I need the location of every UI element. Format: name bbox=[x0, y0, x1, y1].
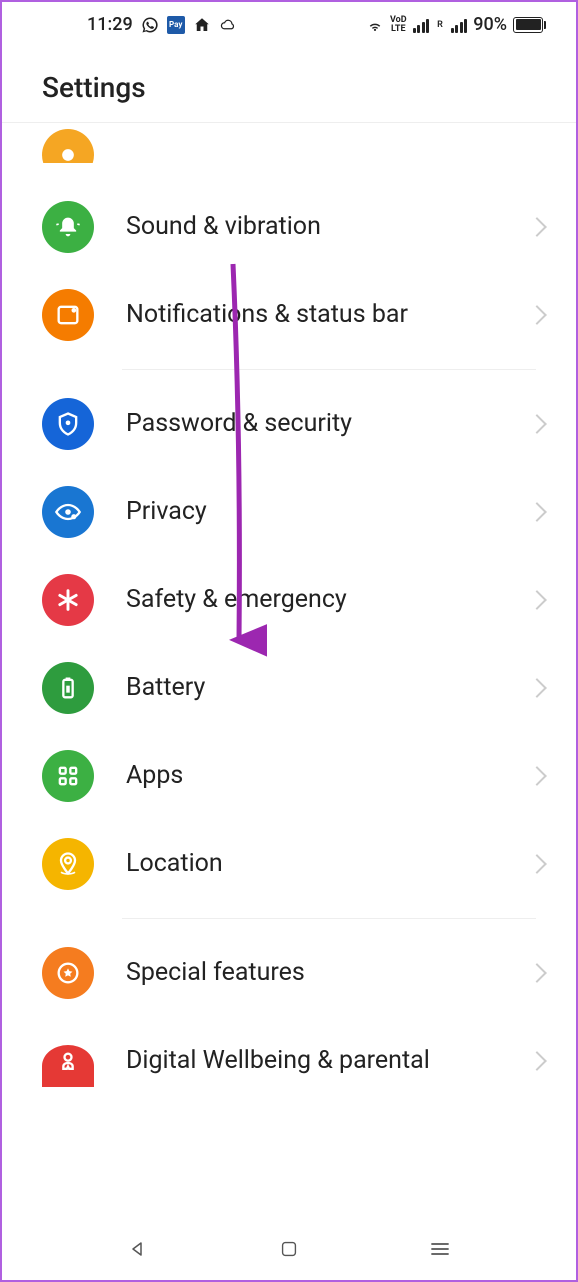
item-label: Special features bbox=[126, 957, 530, 990]
settings-item-apps[interactable]: Apps bbox=[2, 732, 576, 820]
chevron-right-icon bbox=[527, 1051, 547, 1071]
item-label: Sound & vibration bbox=[126, 211, 530, 244]
whatsapp-icon bbox=[141, 16, 159, 34]
item-label: Apps bbox=[126, 760, 530, 793]
battery-percent: 90% bbox=[473, 14, 507, 35]
nav-back-button[interactable] bbox=[125, 1236, 151, 1262]
group-divider bbox=[122, 369, 536, 370]
settings-item-wellbeing[interactable]: Digital Wellbeing & parental bbox=[2, 1017, 576, 1105]
privacy-eye-icon bbox=[42, 486, 94, 538]
asterisk-icon bbox=[42, 574, 94, 626]
settings-item-location[interactable]: Location bbox=[2, 820, 576, 908]
signal-bars-1 bbox=[413, 17, 430, 33]
paytm-icon: Pay bbox=[167, 16, 185, 34]
status-bar: 11:29 Pay VoDLTE R 90% bbox=[2, 2, 576, 43]
item-label: Privacy bbox=[126, 496, 530, 529]
chevron-right-icon bbox=[527, 854, 547, 874]
home-icon bbox=[193, 16, 211, 34]
roaming-r: R bbox=[437, 20, 443, 30]
item-label: Notifications & status bar bbox=[126, 299, 530, 332]
nav-recent-button[interactable] bbox=[427, 1236, 453, 1262]
person-heart-icon bbox=[42, 1045, 94, 1087]
item-label: Safety & emergency bbox=[126, 584, 530, 617]
status-time: 11:29 bbox=[87, 14, 133, 35]
cloud-icon bbox=[219, 16, 237, 34]
nav-home-button[interactable] bbox=[276, 1236, 302, 1262]
settings-item-display[interactable] bbox=[2, 123, 576, 163]
chevron-right-icon bbox=[527, 766, 547, 786]
page-title: Settings bbox=[42, 71, 536, 104]
chevron-right-icon bbox=[527, 963, 547, 983]
item-label: Digital Wellbeing & parental bbox=[126, 1045, 530, 1078]
volte-icon: VoDLTE bbox=[390, 16, 407, 32]
display-icon bbox=[42, 129, 94, 163]
chevron-right-icon bbox=[527, 590, 547, 610]
signal-bars-2 bbox=[451, 17, 468, 33]
chevron-right-icon bbox=[527, 217, 547, 237]
settings-item-special[interactable]: Special features bbox=[2, 929, 576, 1017]
status-bar-icon bbox=[42, 289, 94, 341]
location-pin-icon bbox=[42, 838, 94, 890]
settings-list: Sound & vibration Notifications & status… bbox=[2, 123, 576, 1105]
group-divider bbox=[122, 918, 536, 919]
item-label: Password & security bbox=[126, 408, 530, 441]
battery-item-icon bbox=[42, 662, 94, 714]
settings-item-battery[interactable]: Battery bbox=[2, 644, 576, 732]
settings-item-sound[interactable]: Sound & vibration bbox=[2, 183, 576, 271]
settings-item-privacy[interactable]: Privacy bbox=[2, 468, 576, 556]
bell-icon bbox=[42, 201, 94, 253]
apps-grid-icon bbox=[42, 750, 94, 802]
battery-icon bbox=[513, 17, 546, 33]
navigation-bar bbox=[2, 1226, 576, 1272]
wifi-icon bbox=[366, 16, 384, 34]
star-circle-icon bbox=[42, 947, 94, 999]
settings-item-password[interactable]: Password & security bbox=[2, 380, 576, 468]
shield-icon bbox=[42, 398, 94, 450]
item-label: Location bbox=[126, 848, 530, 881]
settings-item-notifications[interactable]: Notifications & status bar bbox=[2, 271, 576, 359]
chevron-right-icon bbox=[527, 305, 547, 325]
chevron-right-icon bbox=[527, 414, 547, 434]
chevron-right-icon bbox=[527, 678, 547, 698]
item-label: Battery bbox=[126, 672, 530, 705]
chevron-right-icon bbox=[527, 502, 547, 522]
settings-item-safety[interactable]: Safety & emergency bbox=[2, 556, 576, 644]
header: Settings bbox=[2, 43, 576, 122]
